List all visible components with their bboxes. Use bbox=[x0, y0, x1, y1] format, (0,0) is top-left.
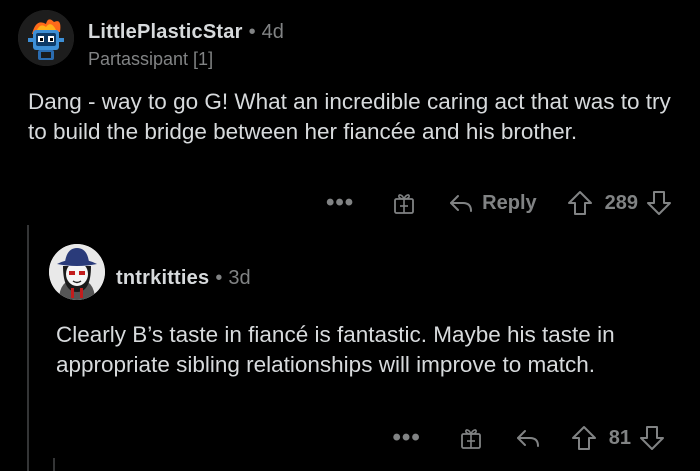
reply-button[interactable]: Reply bbox=[448, 191, 537, 215]
user-flair: Partassipant [1] bbox=[88, 49, 214, 69]
more-options-icon: ••• bbox=[392, 424, 421, 451]
username[interactable]: LittlePlasticStar bbox=[88, 21, 243, 43]
award-gift-icon bbox=[460, 429, 481, 449]
reply-label: Reply bbox=[482, 191, 537, 214]
upvote-arrow-icon[interactable] bbox=[571, 425, 597, 451]
award-button[interactable] bbox=[459, 426, 483, 450]
vote-controls: 81 bbox=[571, 425, 665, 451]
more-options-button[interactable]: ••• bbox=[325, 189, 355, 216]
award-button[interactable] bbox=[392, 191, 416, 215]
avatar[interactable] bbox=[49, 244, 105, 300]
comment-actions: ••• Reply 289 bbox=[326, 185, 672, 221]
comment-meta: LittlePlasticStar • 4d bbox=[88, 21, 284, 44]
downvote-arrow-icon[interactable] bbox=[646, 190, 672, 216]
downvote-arrow-icon[interactable] bbox=[639, 425, 665, 451]
comment-body: Clearly B’s taste in fiancé is fantastic… bbox=[56, 322, 615, 377]
robot-avatar-icon bbox=[18, 10, 74, 66]
vote-controls: 289 bbox=[567, 190, 672, 216]
comment-tntrkitties: tntrkitties • 3d Clearly B’s taste in fian… bbox=[0, 225, 700, 471]
upvote-arrow-icon[interactable] bbox=[567, 190, 593, 216]
comment-littleplasticstar: LittlePlasticStar • 4d Partassipant [1] Da… bbox=[0, 0, 700, 225]
vote-score: 289 bbox=[604, 191, 638, 214]
reply-arrow-icon bbox=[516, 430, 539, 447]
more-options-button[interactable]: ••• bbox=[392, 424, 421, 451]
more-options-icon: ••• bbox=[325, 189, 355, 216]
username[interactable]: tntrkitties bbox=[116, 267, 209, 289]
comment-age: 3d bbox=[228, 267, 251, 289]
separator-dot: • bbox=[248, 21, 256, 43]
avatar[interactable] bbox=[18, 10, 74, 66]
reply-arrow-icon bbox=[450, 195, 473, 212]
comment-age: 4d bbox=[261, 21, 284, 43]
comment-meta: tntrkitties • 3d bbox=[116, 267, 251, 290]
comment-actions: ••• 81 bbox=[393, 420, 665, 456]
separator-dot: • bbox=[215, 267, 223, 289]
vote-score: 81 bbox=[608, 426, 631, 449]
comment-body: Dang - way to go G! What an incredible c… bbox=[28, 89, 671, 144]
girl-hat-avatar-icon bbox=[49, 244, 105, 300]
award-gift-icon bbox=[394, 194, 415, 214]
reply-button[interactable] bbox=[515, 427, 541, 449]
